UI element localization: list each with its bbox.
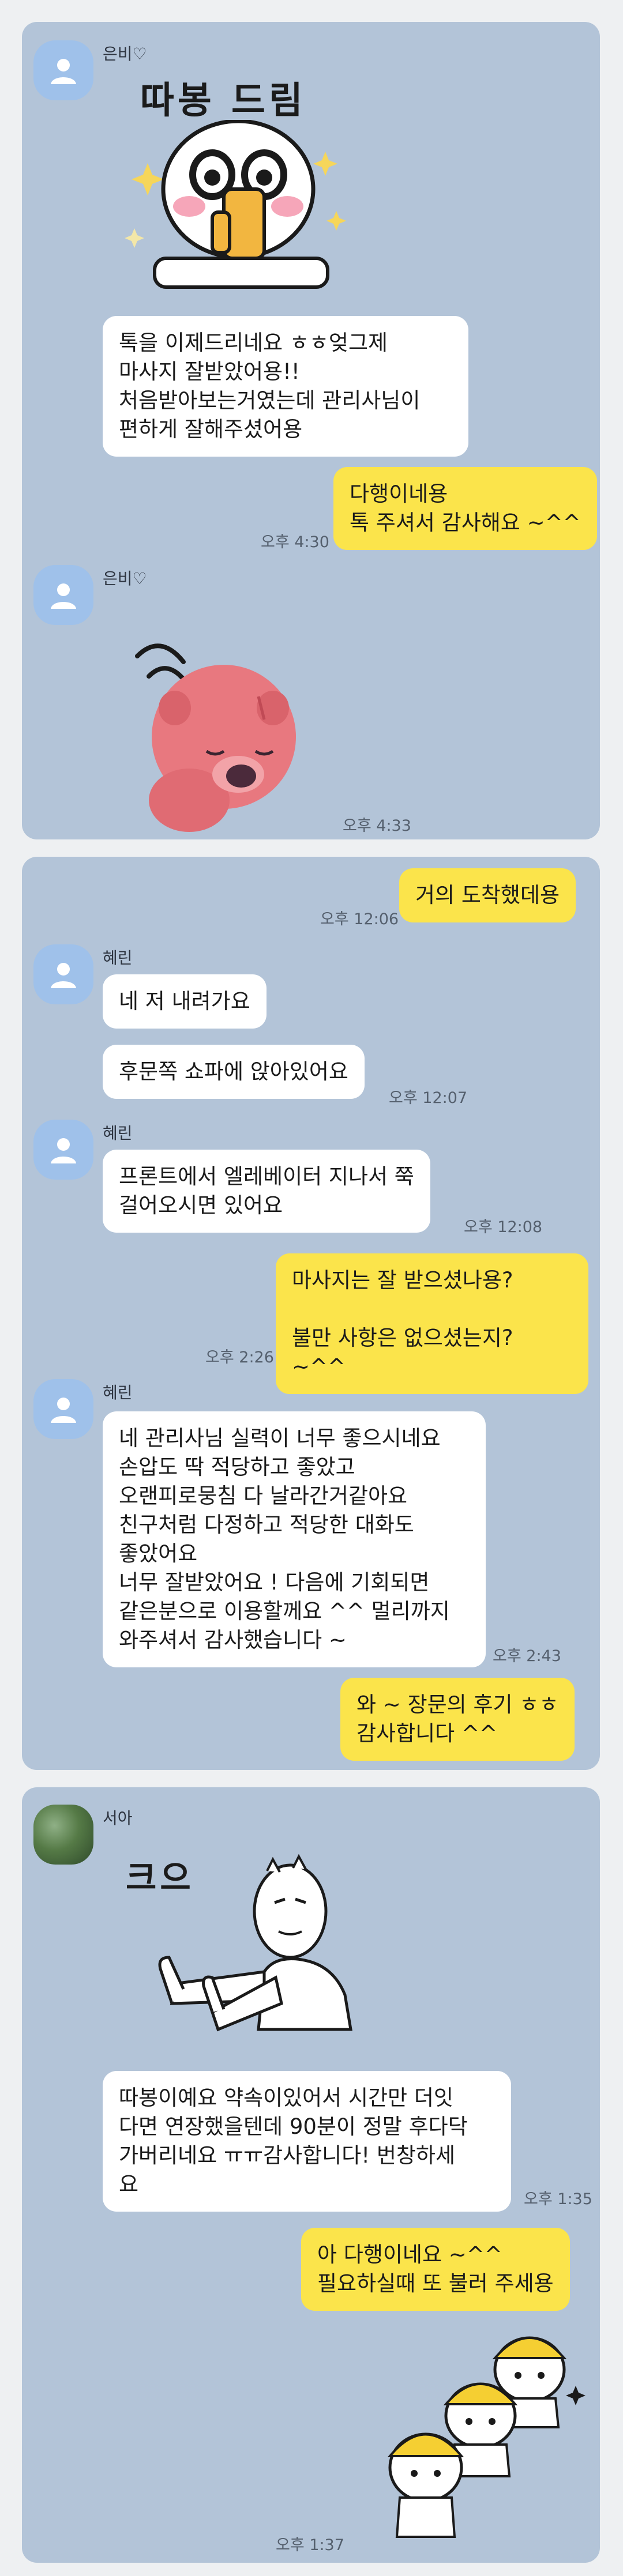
sticker-caption: 따봉 드림 [140, 80, 306, 122]
my-message-bubble[interactable]: 다행이네용 톡 주셔서 감사해요 ~^^ [333, 467, 597, 550]
my-message-bubble[interactable]: 거의 도착했데용 [399, 868, 576, 922]
message-time: 오후 12:08 [464, 1218, 543, 1236]
default-person-icon [51, 583, 76, 609]
sender-name: 혜린 [103, 1124, 133, 1143]
message-time: 오후 4:30 [261, 533, 329, 551]
profile-avatar[interactable] [33, 1379, 93, 1439]
message-time: 오후 1:35 [524, 2190, 592, 2208]
my-message-bubble[interactable]: 마사지는 잘 받으셨나용? 불만 사항은 없으셨는지? ~^^ [276, 1253, 588, 1394]
chat-screenshot-2: 거의 도착했데용 오후 12:06 혜린 네 저 내려가요 후문쪽 쇼파에 앉아… [22, 857, 600, 1770]
sender-name: 서아 [103, 1809, 133, 1828]
message-bubble[interactable]: 프론트에서 엘레베이터 지나서 쭉 걸어오시면 있어요 [103, 1150, 430, 1233]
message-time: 오후 12:06 [320, 910, 399, 928]
bowing-bear-sticker[interactable] [126, 622, 322, 839]
message-time: 오후 4:33 [343, 817, 411, 835]
sticker-character-image [125, 120, 346, 289]
my-message-bubble[interactable]: 아 다행이네요 ~^^ 필요하실때 또 불러 주세용 [301, 2228, 570, 2311]
default-person-icon [51, 59, 76, 84]
profile-avatar[interactable] [33, 1805, 93, 1865]
message-bubble[interactable]: 따봉이예요 약속이있어서 시간만 더잇 다면 연장했을텐데 90분이 정말 후다… [103, 2071, 511, 2212]
default-person-icon [51, 963, 76, 988]
sticker-character-image [158, 1854, 352, 2032]
message-bubble[interactable]: 톡을 이제드리네요 ㅎㅎ엊그제 마사지 잘받았어용!! 처음받아보는거였는데 관… [103, 316, 468, 457]
profile-avatar[interactable] [33, 40, 93, 100]
profile-avatar[interactable] [33, 1120, 93, 1180]
bunnies-sticker[interactable] [345, 2318, 593, 2548]
sender-name: 혜린 [103, 948, 133, 967]
thumbs-up-sticker[interactable]: 따봉 드림 [120, 68, 362, 310]
message-time: 오후 12:07 [389, 1089, 468, 1107]
message-time: 오후 1:37 [276, 2536, 344, 2554]
default-person-icon [51, 1138, 76, 1163]
chat-screenshot-3: 서아 크으 따봉이예요 약속이있어서 시간만 더잇 다면 연장했을텐데 90분이… [22, 1787, 600, 2563]
message-bubble[interactable]: 네 관리사님 실력이 너무 좋으시네요 손압도 딱 적당하고 좋았고 오랜피로뭉… [103, 1411, 486, 1667]
sender-name: 은비♡ [103, 44, 147, 63]
message-bubble[interactable]: 후문쪽 쇼파에 앉아있어요 [103, 1045, 365, 1099]
message-time: 오후 2:26 [205, 1349, 274, 1366]
default-person-icon [51, 1398, 76, 1423]
message-bubble[interactable]: 네 저 내려가요 [103, 974, 267, 1029]
message-time: 오후 2:43 [493, 1647, 561, 1665]
sender-name: 혜린 [103, 1383, 133, 1402]
my-message-bubble[interactable]: 와 ~ 장문의 후기 ㅎㅎ 감사합니다 ^^ [340, 1678, 575, 1761]
sender-name: 은비♡ [103, 569, 147, 588]
profile-avatar[interactable] [33, 944, 93, 1004]
thumbs-up-cat-sticker[interactable]: 크으 [103, 1839, 368, 2070]
profile-avatar[interactable] [33, 565, 93, 625]
chat-screenshot-1: 은비♡ 따봉 드림 톡을 이제드리네요 ㅎㅎ엊그제 마사지 잘받았어용!! 처음… [22, 22, 600, 839]
